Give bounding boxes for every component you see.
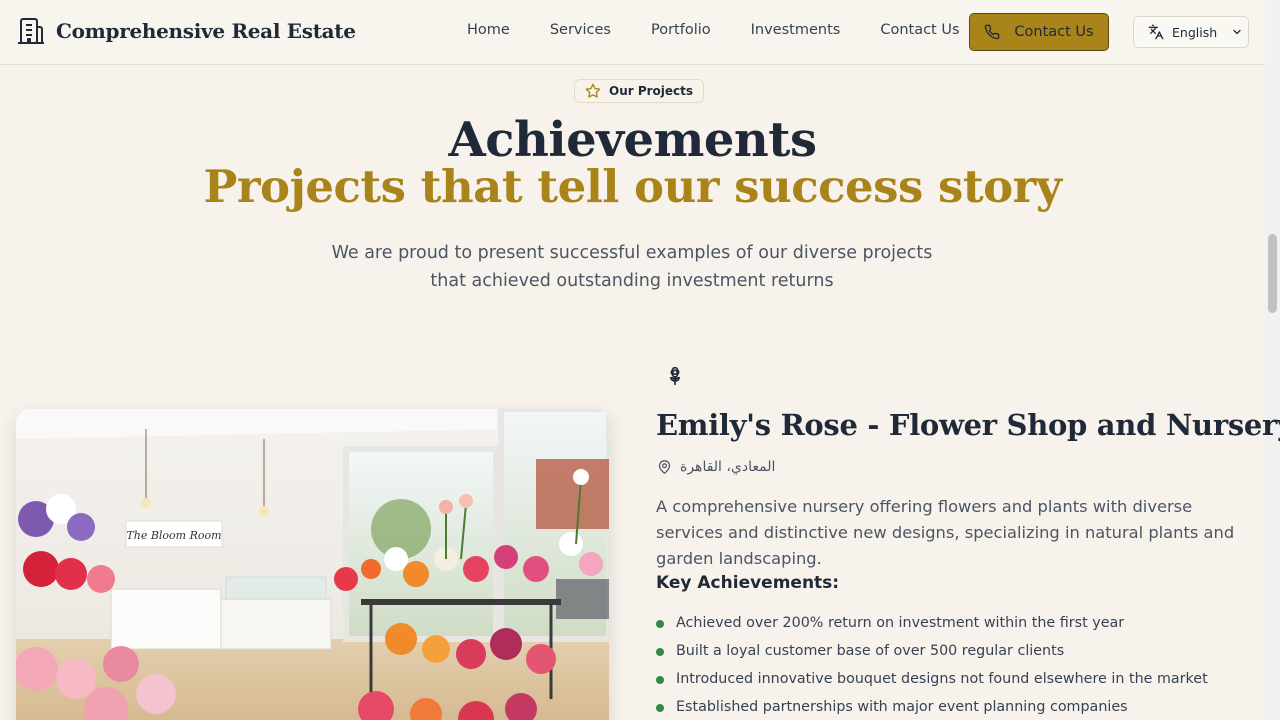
building-icon — [18, 18, 44, 44]
star-icon — [585, 83, 601, 98]
translate-icon — [1148, 24, 1164, 40]
brand-logo[interactable]: Comprehensive Real Estate — [16, 16, 356, 46]
achievements-title: Key Achievements: — [656, 573, 840, 593]
list-item: Established partnerships with major even… — [656, 693, 1208, 720]
contact-us-button[interactable]: Contact Us — [969, 13, 1109, 51]
bullet-dot — [656, 620, 664, 628]
shop-sign: The Bloom Room — [126, 529, 221, 542]
achievements-list: Achieved over 200% return on investment … — [656, 609, 1208, 720]
project-description: A comprehensive nursery offering flowers… — [656, 497, 1235, 568]
nav-services[interactable]: Services — [530, 22, 631, 38]
contact-us-label: Contact Us — [1014, 24, 1094, 40]
scrollbar-track[interactable] — [1265, 0, 1280, 720]
section-badge: Our Projects — [574, 79, 705, 103]
bullet-dot — [656, 704, 664, 712]
list-item: Introduced innovative bouquet designs no… — [656, 665, 1208, 693]
scrollbar-thumb[interactable] — [1268, 234, 1277, 313]
phone-icon — [985, 24, 1000, 40]
main-nav: Home Services Portfolio Investments Cont… — [447, 22, 980, 38]
bullet-dot — [656, 648, 664, 656]
list-item: Built a loyal customer base of over 500 … — [656, 637, 1208, 665]
project-image: The Bloom Room — [16, 409, 609, 720]
nav-investments[interactable]: Investments — [731, 22, 861, 38]
brand-name: Comprehensive Real Estate — [56, 19, 356, 43]
language-value: English — [1172, 24, 1218, 40]
section-badge-label: Our Projects — [609, 84, 694, 98]
achievement-text: Achieved over 200% return on investment … — [676, 615, 1125, 631]
achievement-text: Built a loyal customer base of over 500 … — [676, 643, 1065, 659]
section-subtitle: Projects that tell our success story — [203, 160, 1062, 213]
section-intro: We are proud to present successful examp… — [331, 243, 933, 291]
project-location-text: المعادي، القاهرة — [680, 459, 776, 475]
language-select[interactable]: English — [1133, 16, 1249, 48]
nav-contact[interactable]: Contact Us — [860, 22, 979, 38]
flower-icon — [670, 366, 680, 386]
chevron-down-icon — [1233, 29, 1241, 35]
map-pin-icon — [658, 460, 671, 474]
project-title: Emily's Rose - Flower Shop and Nursery — [656, 408, 1280, 442]
list-item: Achieved over 200% return on investment … — [656, 609, 1208, 637]
project-location: المعادي، القاهرة — [657, 459, 775, 475]
achievement-text: Established partnerships with major even… — [676, 699, 1128, 715]
site-header: Comprehensive Real Estate Home Services … — [0, 0, 1265, 65]
bullet-dot — [656, 676, 664, 684]
nav-portfolio[interactable]: Portfolio — [631, 22, 731, 38]
nav-home[interactable]: Home — [447, 22, 530, 38]
achievement-text: Introduced innovative bouquet designs no… — [676, 671, 1208, 687]
